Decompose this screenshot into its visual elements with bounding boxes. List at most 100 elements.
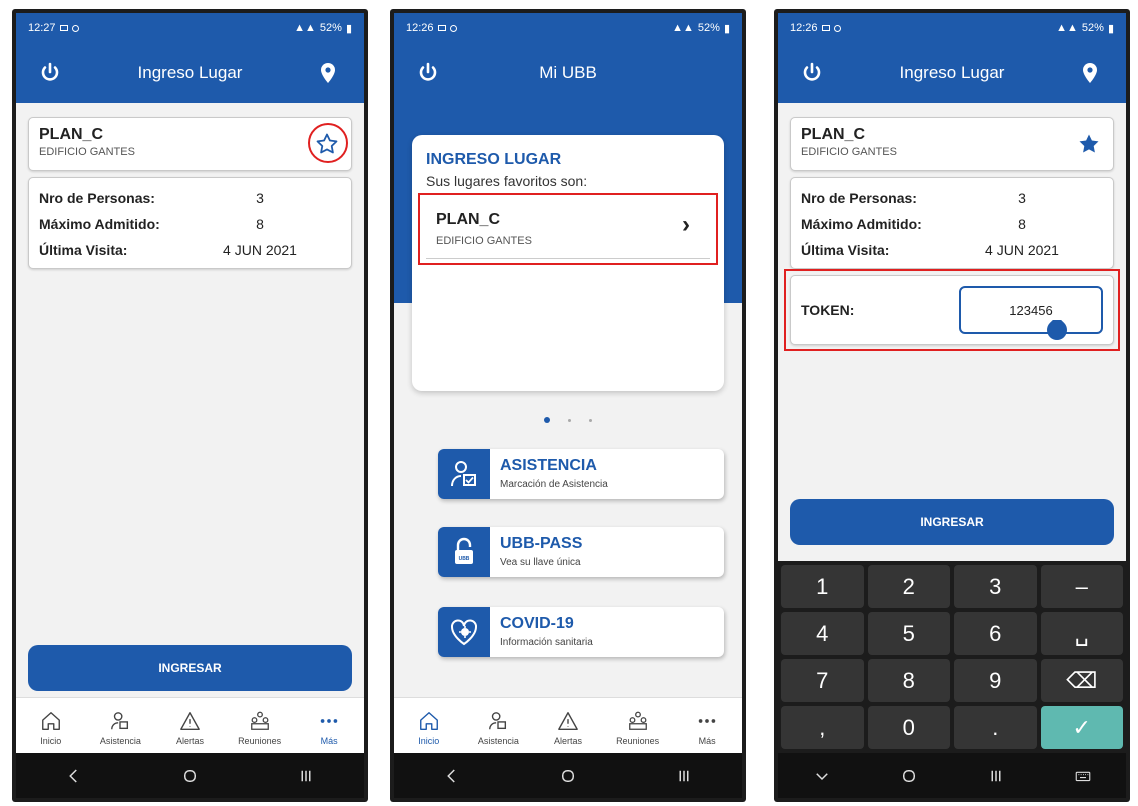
attendance-icon (489, 711, 507, 729)
app-bar: Ingreso Lugar (16, 43, 364, 103)
service-covid-19[interactable]: COVID-19 Información sanitaria (438, 607, 724, 657)
token-highlight-box (784, 269, 1120, 351)
home-button-icon[interactable] (181, 767, 199, 785)
numeric-keypad: 1 2 3 – 4 5 6 ␣ 7 8 9 ⌫ , 0 . ✓ (778, 561, 1126, 753)
system-nav-bar (394, 753, 742, 798)
info-value: 4 JUN 2021 (985, 242, 1059, 258)
phone-screen-ingreso-token: 12:26 ▲▲ 52% ▮ Ingreso Lugar PLAN_C EDIFIC… (774, 9, 1130, 802)
power-icon[interactable] (800, 61, 824, 85)
key-8[interactable]: 8 (867, 659, 950, 702)
hide-keyboard-icon[interactable] (813, 767, 831, 785)
carousel-dot-active[interactable] (544, 417, 550, 423)
battery-icon: ▮ (345, 22, 352, 35)
key-backspace[interactable]: ⌫ (1040, 659, 1123, 702)
phone-screen-ingreso-lugar: 12:27 ▲▲ 52% ▮ Ingreso Lugar PLAN_C EDIFIC… (12, 9, 368, 802)
service-subtitle: Vea su llave única (500, 557, 581, 568)
key-comma[interactable]: , (781, 706, 864, 749)
location-pin-icon[interactable] (1078, 61, 1102, 85)
recent-apps-icon[interactable] (675, 767, 693, 785)
key-0[interactable]: 0 (867, 706, 950, 749)
gallery-icon (821, 25, 830, 31)
padlock-icon: UBB (455, 537, 473, 564)
info-value: 3 (1018, 190, 1026, 206)
keyboard-switch-icon[interactable] (1074, 767, 1092, 785)
key-4[interactable]: 4 (781, 612, 864, 655)
nav-item-reuniones[interactable]: Reuniones (225, 698, 295, 757)
key-1[interactable]: 1 (781, 565, 864, 608)
nav-item-mas[interactable]: Más (672, 698, 742, 757)
service-title: COVID-19 (500, 615, 574, 632)
place-card: PLAN_C EDIFICIO GANTES (790, 117, 1114, 171)
system-nav-bar (16, 753, 364, 798)
more-icon (320, 718, 338, 723)
place-building: EDIFICIO GANTES (39, 146, 135, 158)
battery-level: 52% (697, 22, 720, 34)
favorites-title: INGRESO LUGAR (426, 151, 562, 168)
key-9[interactable]: 9 (954, 659, 1037, 702)
favorite-highlight-circle (308, 123, 348, 163)
gallery-icon (437, 25, 446, 31)
more-icon (698, 718, 716, 723)
power-icon[interactable] (38, 61, 62, 85)
key-6[interactable]: 6 (954, 612, 1037, 655)
nav-label: Reuniones (238, 735, 282, 746)
nav-item-asistencia[interactable]: Asistencia (86, 698, 156, 757)
key-period[interactable]: . (954, 706, 1037, 749)
key-confirm[interactable]: ✓ (1040, 706, 1123, 749)
heart-virus-icon (451, 619, 477, 646)
power-icon[interactable] (416, 61, 440, 85)
app-bar-title: Mi UBB (539, 63, 597, 82)
place-name: PLAN_C (39, 126, 104, 143)
carousel-dot[interactable] (589, 418, 592, 422)
service-subtitle: Información sanitaria (500, 637, 593, 648)
battery-icon: ▮ (723, 22, 730, 35)
key-3[interactable]: 3 (954, 565, 1037, 608)
nav-item-reuniones[interactable]: Reuniones (603, 698, 673, 757)
gallery-icon (59, 25, 68, 31)
alert-icon (180, 711, 200, 730)
ingresar-button[interactable]: INGRESAR (28, 645, 352, 691)
back-icon[interactable] (443, 767, 461, 785)
key-space[interactable]: ␣ (1040, 612, 1123, 655)
home-button-icon[interactable] (559, 767, 577, 785)
nav-label: Más (698, 735, 716, 746)
app-bar-title: Ingreso Lugar (137, 63, 243, 82)
key-2[interactable]: 2 (867, 565, 950, 608)
carousel-dot[interactable] (568, 418, 571, 422)
screen: 12:26 ▲▲ 52% ▮ Mi UBB INGRESO LUGAR Sus lu… (394, 13, 742, 798)
place-info-card: Nro de Personas: 3 Máximo Admitido: 8 Últi… (28, 177, 352, 269)
key-7[interactable]: 7 (781, 659, 864, 702)
back-icon[interactable] (65, 767, 83, 785)
status-time: 12:27 (28, 22, 56, 34)
service-title: UBB-PASS (500, 535, 583, 552)
nav-item-asistencia[interactable]: Asistencia (464, 698, 534, 757)
screen: 12:27 ▲▲ 52% ▮ Ingreso Lugar PLAN_C EDIFIC… (16, 13, 364, 798)
nav-item-alertas[interactable]: Alertas (533, 698, 603, 757)
home-button-icon[interactable] (900, 767, 918, 785)
carousel-indicator (394, 417, 742, 423)
service-asistencia[interactable]: ASISTENCIA Marcación de Asistencia (438, 449, 724, 499)
battery-level: 52% (319, 22, 342, 34)
recent-apps-icon[interactable] (297, 767, 315, 785)
star-filled-icon[interactable] (1077, 132, 1101, 156)
location-pin-icon[interactable] (316, 61, 340, 85)
service-ubb-pass[interactable]: UBB UBB-PASS Vea su llave única (438, 527, 724, 577)
ingresar-button[interactable]: INGRESAR (790, 499, 1114, 545)
nav-item-mas[interactable]: Más (294, 698, 364, 757)
nav-item-inicio[interactable]: Inicio (16, 698, 86, 757)
key-minus[interactable]: – (1040, 565, 1123, 608)
app-bar: Mi UBB (394, 43, 742, 103)
sync-icon (71, 24, 79, 32)
nav-label: Alertas (175, 735, 204, 746)
attendance-icon (111, 711, 129, 729)
nav-item-alertas[interactable]: Alertas (155, 698, 225, 757)
info-value: 8 (256, 216, 264, 232)
recent-apps-icon[interactable] (987, 767, 1005, 785)
attendance-check-icon (451, 461, 476, 487)
place-name: PLAN_C (801, 126, 866, 143)
key-5[interactable]: 5 (867, 612, 950, 655)
info-value: 4 JUN 2021 (223, 242, 297, 258)
favorites-card: INGRESO LUGAR Sus lugares favoritos son:… (412, 135, 724, 391)
nav-item-inicio[interactable]: Inicio (394, 698, 464, 757)
status-time: 12:26 (790, 22, 818, 34)
